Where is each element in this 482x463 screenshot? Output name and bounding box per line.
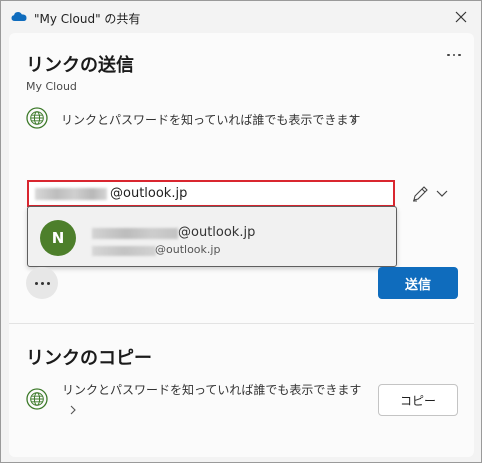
copy-button[interactable]: コピー [378,384,458,416]
send-link-heading: リンクの送信 [26,55,134,76]
copy-link-panel: リンクのコピー リンクとパスワードを知っていれば誰でも表示できます コピー [9,323,474,457]
close-icon [455,11,467,23]
globe-icon [26,388,48,410]
chevron-right-icon [70,405,76,415]
avatar: N [40,220,76,256]
recipient-suggestion[interactable]: N @outlook.jp @outlook.jp [27,206,397,267]
send-button[interactable]: 送信 [378,267,458,299]
share-dialog: "My Cloud" の共有 リンクの送信 My Cloud リンクとパスワード… [0,0,482,463]
chevron-down-icon [436,190,448,197]
onedrive-cloud-icon [11,12,27,21]
redacted-text [92,228,178,239]
window-title: "My Cloud" の共有 [34,12,141,26]
chevron-right-icon [350,114,356,124]
redacted-text [92,246,156,256]
recipient-input-value: @outlook.jp [110,186,188,201]
pencil-icon [413,186,428,202]
more-actions-button[interactable] [26,267,58,299]
suggestion-name: @outlook.jp [178,225,256,240]
edit-permission-button[interactable] [411,183,455,203]
suggestion-email: @outlook.jp [155,243,221,256]
link-permission-setting[interactable]: リンクとパスワードを知っていれば誰でも表示できます [61,111,360,128]
redacted-text [35,188,107,200]
copy-link-permission-setting[interactable]: リンクとパスワードを知っていれば誰でも表示できます [62,381,361,398]
copy-link-heading: リンクのコピー [26,348,152,369]
title-bar: "My Cloud" の共有 [1,1,481,33]
item-name: My Cloud [26,80,77,93]
close-button[interactable] [447,3,475,31]
send-link-panel: リンクの送信 My Cloud リンクとパスワードを知っていれば誰でも表示できま… [9,33,474,323]
more-options-button[interactable] [442,45,466,65]
globe-icon [26,107,48,129]
recipient-input[interactable]: @outlook.jp [27,180,395,207]
